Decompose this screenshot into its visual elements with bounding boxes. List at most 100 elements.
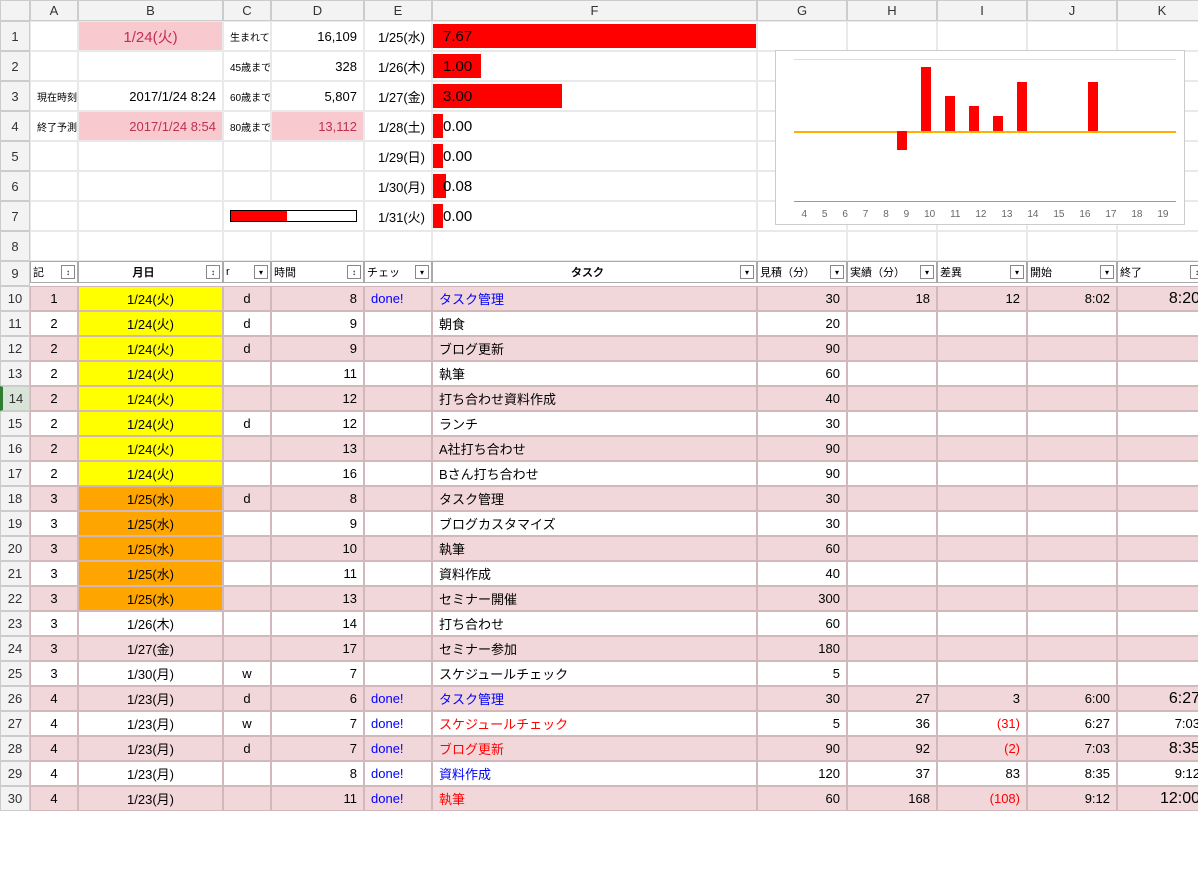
task-name[interactable]: 打ち合わせ bbox=[432, 611, 757, 636]
cell-e7[interactable]: 1/31(火) bbox=[364, 201, 432, 231]
task-name[interactable]: 資料作成 bbox=[432, 561, 757, 586]
task-num[interactable]: 4 bbox=[30, 761, 78, 786]
task-num[interactable]: 3 bbox=[30, 661, 78, 686]
task-done[interactable] bbox=[364, 586, 432, 611]
filter-dropdown-icon[interactable]: ▾ bbox=[1010, 265, 1024, 279]
task-name[interactable]: ブログ更新 bbox=[432, 336, 757, 361]
cell-g1[interactable] bbox=[757, 21, 847, 51]
col-header-I[interactable]: I bbox=[937, 0, 1027, 21]
task-start[interactable] bbox=[1027, 586, 1117, 611]
cell-d8[interactable] bbox=[271, 231, 364, 261]
filter-header-d[interactable]: 時間↕ bbox=[271, 261, 364, 283]
task-date[interactable]: 1/27(金) bbox=[78, 636, 223, 661]
task-end[interactable] bbox=[1117, 536, 1198, 561]
task-est[interactable]: 30 bbox=[757, 286, 847, 311]
task-time[interactable]: 7 bbox=[271, 736, 364, 761]
task-date[interactable]: 1/25(水) bbox=[78, 586, 223, 611]
task-act[interactable] bbox=[847, 461, 937, 486]
task-name[interactable]: 執筆 bbox=[432, 361, 757, 386]
task-num[interactable]: 3 bbox=[30, 586, 78, 611]
cell-c1[interactable]: 生まれてから bbox=[223, 21, 271, 51]
task-date[interactable]: 1/24(火) bbox=[78, 436, 223, 461]
task-act[interactable] bbox=[847, 611, 937, 636]
task-time[interactable]: 14 bbox=[271, 611, 364, 636]
task-date[interactable]: 1/25(水) bbox=[78, 486, 223, 511]
row-header-2[interactable]: 2 bbox=[0, 51, 30, 81]
task-time[interactable]: 12 bbox=[271, 386, 364, 411]
row-header-5[interactable]: 5 bbox=[0, 141, 30, 171]
task-c[interactable]: w bbox=[223, 711, 271, 736]
filter-dropdown-icon[interactable]: ▾ bbox=[1100, 265, 1114, 279]
task-date[interactable]: 1/23(月) bbox=[78, 786, 223, 811]
task-est[interactable]: 60 bbox=[757, 361, 847, 386]
task-act[interactable] bbox=[847, 536, 937, 561]
task-num[interactable]: 2 bbox=[30, 311, 78, 336]
task-time[interactable]: 11 bbox=[271, 561, 364, 586]
task-name[interactable]: タスク管理 bbox=[432, 686, 757, 711]
task-start[interactable]: 9:12 bbox=[1027, 786, 1117, 811]
cell-k1[interactable] bbox=[1117, 21, 1198, 51]
task-done[interactable] bbox=[364, 461, 432, 486]
row-header-10[interactable]: 10 bbox=[0, 286, 30, 311]
task-est[interactable]: 120 bbox=[757, 761, 847, 786]
cell-b8[interactable] bbox=[78, 231, 223, 261]
task-name[interactable]: ブログ更新 bbox=[432, 736, 757, 761]
task-num[interactable]: 3 bbox=[30, 536, 78, 561]
task-act[interactable] bbox=[847, 486, 937, 511]
filter-dropdown-icon[interactable]: ▾ bbox=[415, 265, 429, 279]
task-c[interactable]: d bbox=[223, 411, 271, 436]
cell-e5[interactable]: 1/29(日) bbox=[364, 141, 432, 171]
task-diff[interactable] bbox=[937, 436, 1027, 461]
task-diff[interactable] bbox=[937, 411, 1027, 436]
task-act[interactable] bbox=[847, 661, 937, 686]
cell-a2[interactable] bbox=[30, 51, 78, 81]
task-act[interactable] bbox=[847, 561, 937, 586]
filter-header-b[interactable]: 月日↕ bbox=[78, 261, 223, 283]
row-header-12[interactable]: 12 bbox=[0, 336, 30, 361]
task-c[interactable]: d bbox=[223, 486, 271, 511]
task-num[interactable]: 1 bbox=[30, 286, 78, 311]
task-diff[interactable] bbox=[937, 486, 1027, 511]
col-header-A[interactable]: A bbox=[30, 0, 78, 21]
task-end[interactable] bbox=[1117, 436, 1198, 461]
task-name[interactable]: 執筆 bbox=[432, 786, 757, 811]
col-header-C[interactable]: C bbox=[223, 0, 271, 21]
task-done[interactable]: done! bbox=[364, 686, 432, 711]
task-time[interactable]: 9 bbox=[271, 336, 364, 361]
task-done[interactable] bbox=[364, 336, 432, 361]
task-c[interactable]: d bbox=[223, 736, 271, 761]
row-header-16[interactable]: 16 bbox=[0, 436, 30, 461]
task-done[interactable]: done! bbox=[364, 711, 432, 736]
task-name[interactable]: A社打ち合わせ bbox=[432, 436, 757, 461]
task-date[interactable]: 1/24(火) bbox=[78, 386, 223, 411]
task-c[interactable] bbox=[223, 786, 271, 811]
task-c[interactable] bbox=[223, 511, 271, 536]
task-act[interactable] bbox=[847, 511, 937, 536]
task-c[interactable] bbox=[223, 561, 271, 586]
corner[interactable] bbox=[0, 0, 30, 21]
cell-b6[interactable] bbox=[78, 171, 223, 201]
task-time[interactable]: 8 bbox=[271, 486, 364, 511]
task-c[interactable] bbox=[223, 461, 271, 486]
task-num[interactable]: 2 bbox=[30, 361, 78, 386]
row-header-15[interactable]: 15 bbox=[0, 411, 30, 436]
task-c[interactable] bbox=[223, 386, 271, 411]
row-header-1[interactable]: 1 bbox=[0, 21, 30, 51]
task-diff[interactable] bbox=[937, 661, 1027, 686]
cell-c5[interactable] bbox=[223, 141, 271, 171]
cell-e6[interactable]: 1/30(月) bbox=[364, 171, 432, 201]
task-act[interactable]: 37 bbox=[847, 761, 937, 786]
row-header-19[interactable]: 19 bbox=[0, 511, 30, 536]
task-date[interactable]: 1/25(水) bbox=[78, 561, 223, 586]
filter-dropdown-icon[interactable]: ▾ bbox=[830, 265, 844, 279]
task-start[interactable] bbox=[1027, 536, 1117, 561]
cell-h1[interactable] bbox=[847, 21, 937, 51]
task-start[interactable]: 6:27 bbox=[1027, 711, 1117, 736]
task-est[interactable]: 20 bbox=[757, 311, 847, 336]
task-est[interactable]: 60 bbox=[757, 786, 847, 811]
task-start[interactable] bbox=[1027, 511, 1117, 536]
task-done[interactable] bbox=[364, 611, 432, 636]
task-done[interactable] bbox=[364, 386, 432, 411]
task-act[interactable] bbox=[847, 636, 937, 661]
task-done[interactable] bbox=[364, 311, 432, 336]
